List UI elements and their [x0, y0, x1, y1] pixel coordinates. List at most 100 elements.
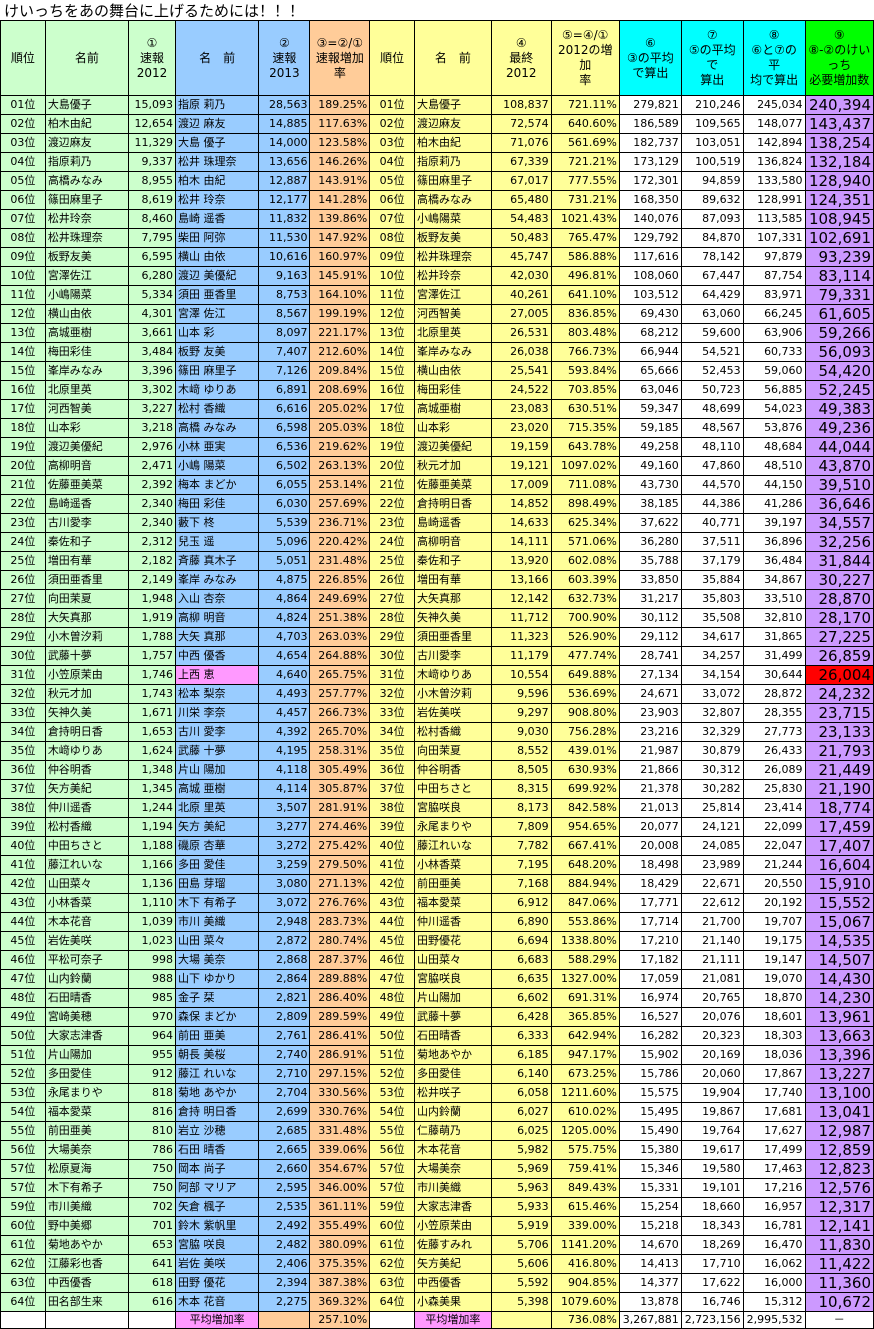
final-2012-cell[interactable]: 17,009 [490, 475, 552, 495]
est-avg67-cell[interactable]: 19,175 [742, 931, 806, 951]
prelim-growth-cell[interactable]: 264.88% [309, 646, 371, 666]
prelim-2012-cell[interactable]: 750 [128, 1178, 176, 1198]
prelim-2012-cell[interactable]: 1,624 [128, 741, 176, 761]
needed-increase-cell[interactable]: 28,870 [804, 589, 874, 609]
rank-final-cell[interactable]: 41位 [369, 855, 416, 875]
name-2012-cell[interactable]: 仲川遥香 [44, 798, 130, 818]
header-name[interactable]: 名前 [44, 20, 130, 96]
final-2012-cell[interactable]: 26,531 [490, 323, 552, 343]
est-avg67-cell[interactable]: 18,036 [742, 1045, 806, 1065]
prelim-2012-cell[interactable]: 816 [128, 1102, 176, 1122]
prelim-growth-cell[interactable]: 205.02% [309, 399, 371, 419]
rank-cell[interactable]: 14位 [0, 342, 46, 362]
est-avg3-cell[interactable]: 66,944 [618, 342, 682, 362]
final-2012-cell[interactable]: 9,297 [490, 703, 552, 723]
est-avg67-cell[interactable]: 83,971 [742, 285, 806, 305]
name-2012-cell[interactable]: 小木曽汐莉 [44, 627, 130, 647]
final-growth-cell[interactable]: 947.17% [550, 1045, 620, 1065]
est-avg67-cell[interactable]: 56,885 [742, 380, 806, 400]
est-avg5-cell[interactable]: 35,508 [680, 608, 744, 628]
final-2012-cell[interactable]: 50,483 [490, 228, 552, 248]
prelim-growth-cell[interactable]: 375.35% [309, 1254, 371, 1274]
est-avg3-cell[interactable]: 28,741 [618, 646, 682, 666]
rank-cell[interactable]: 16位 [0, 380, 46, 400]
prelim-2012-cell[interactable]: 1,743 [128, 684, 176, 704]
est-avg3-cell[interactable]: 15,575 [618, 1083, 682, 1103]
est-avg67-cell[interactable]: 59,060 [742, 361, 806, 381]
prelim-2013-cell[interactable]: 4,864 [258, 589, 311, 609]
est-avg3-cell[interactable]: 17,714 [618, 912, 682, 932]
prelim-2012-cell[interactable]: 6,280 [128, 266, 176, 286]
final-2012-cell[interactable]: 9,596 [490, 684, 552, 704]
prelim-2013-cell[interactable]: 3,272 [258, 836, 311, 856]
prelim-2012-cell[interactable]: 1,757 [128, 646, 176, 666]
name-final-cell[interactable]: 小林香菜 [414, 855, 492, 875]
name-2013-cell[interactable]: 松本 梨奈 [174, 684, 260, 704]
prelim-2013-cell[interactable]: 10,616 [258, 247, 311, 267]
name-2013-cell[interactable]: 木﨑 ゆりあ [174, 380, 260, 400]
name-final-cell[interactable]: 山内鈴蘭 [414, 1102, 492, 1122]
name-2013-cell[interactable]: 前田 亜美 [174, 1026, 260, 1046]
name-2012-cell[interactable]: 秋元才加 [44, 684, 130, 704]
name-2012-cell[interactable]: 倉持明日香 [44, 722, 130, 742]
est-avg3-cell[interactable]: 63,046 [618, 380, 682, 400]
needed-increase-cell[interactable]: 11,830 [804, 1235, 874, 1255]
final-2012-cell[interactable]: 11,323 [490, 627, 552, 647]
rank-cell[interactable]: 20位 [0, 456, 46, 476]
est-avg5-cell[interactable]: 89,632 [680, 190, 744, 210]
name-2012-cell[interactable]: 松村香織 [44, 817, 130, 837]
needed-increase-cell[interactable]: 23,715 [804, 703, 874, 723]
final-2012-cell[interactable]: 8,315 [490, 779, 552, 799]
needed-increase-cell[interactable]: 240,394 [804, 95, 874, 115]
name-2013-cell[interactable]: 柴田 阿弥 [174, 228, 260, 248]
est-avg67-cell[interactable]: 31,499 [742, 646, 806, 666]
prelim-2013-cell[interactable]: 5,539 [258, 513, 311, 533]
est-avg67-cell[interactable]: 53,876 [742, 418, 806, 438]
est-avg5-cell[interactable]: 21,081 [680, 969, 744, 989]
rank-final-cell[interactable]: 15位 [369, 361, 416, 381]
rank-cell[interactable]: 51位 [0, 1045, 46, 1065]
prelim-growth-cell[interactable]: 276.76% [309, 893, 371, 913]
final-2012-cell[interactable]: 8,173 [490, 798, 552, 818]
rank-final-cell[interactable]: 50位 [369, 1026, 416, 1046]
prelim-2012-cell[interactable]: 3,302 [128, 380, 176, 400]
prelim-2013-cell[interactable]: 2,482 [258, 1235, 311, 1255]
rank-cell[interactable]: 57位 [0, 1178, 46, 1198]
rank-final-cell[interactable]: 36位 [369, 760, 416, 780]
est-avg5-cell[interactable]: 64,429 [680, 285, 744, 305]
est-avg67-cell[interactable]: 32,810 [742, 608, 806, 628]
prelim-growth-cell[interactable]: 189.25% [309, 95, 371, 115]
est-avg5-cell[interactable]: 19,580 [680, 1159, 744, 1179]
prelim-growth-cell[interactable]: 146.26% [309, 152, 371, 172]
name-2013-cell[interactable]: 柏木 由紀 [174, 171, 260, 191]
name-2012-cell[interactable]: 松井玲奈 [44, 209, 130, 229]
name-final-cell[interactable]: 小嶋陽菜 [414, 209, 492, 229]
name-2013-cell[interactable]: 上西 恵 [174, 665, 260, 685]
final-growth-cell[interactable]: 593.84% [550, 361, 620, 381]
name-2013-cell[interactable]: 藤江 れいな [174, 1064, 260, 1084]
needed-increase-cell[interactable]: 17,459 [804, 817, 874, 837]
name-2012-cell[interactable]: 市川美織 [44, 1197, 130, 1217]
name-final-cell[interactable]: 高橋みなみ [414, 190, 492, 210]
needed-increase-cell[interactable]: 108,945 [804, 209, 874, 229]
needed-increase-cell[interactable]: 14,535 [804, 931, 874, 951]
name-final-cell[interactable]: 永尾まりや [414, 817, 492, 837]
needed-increase-cell[interactable]: 49,236 [804, 418, 874, 438]
rank-final-cell[interactable]: 11位 [369, 285, 416, 305]
est-avg5-cell[interactable]: 24,121 [680, 817, 744, 837]
name-2013-cell[interactable]: 松井 珠理奈 [174, 152, 260, 172]
needed-increase-cell[interactable]: 15,910 [804, 874, 874, 894]
final-growth-cell[interactable]: 711.08% [550, 475, 620, 495]
name-2013-cell[interactable]: 岩立 沙穂 [174, 1121, 260, 1141]
final-growth-cell[interactable]: 339.00% [550, 1216, 620, 1236]
final-growth-cell[interactable]: 439.01% [550, 741, 620, 761]
prelim-growth-cell[interactable]: 208.69% [309, 380, 371, 400]
final-2012-cell[interactable]: 23,020 [490, 418, 552, 438]
est-avg5-cell[interactable]: 87,093 [680, 209, 744, 229]
rank-final-cell[interactable]: 51位 [369, 1045, 416, 1065]
name-2013-cell[interactable]: 武藤 十夢 [174, 741, 260, 761]
rank-final-cell[interactable]: 35位 [369, 741, 416, 761]
est-avg3-cell[interactable]: 14,670 [618, 1235, 682, 1255]
prelim-growth-cell[interactable]: 274.46% [309, 817, 371, 837]
prelim-2013-cell[interactable]: 2,394 [258, 1273, 311, 1293]
